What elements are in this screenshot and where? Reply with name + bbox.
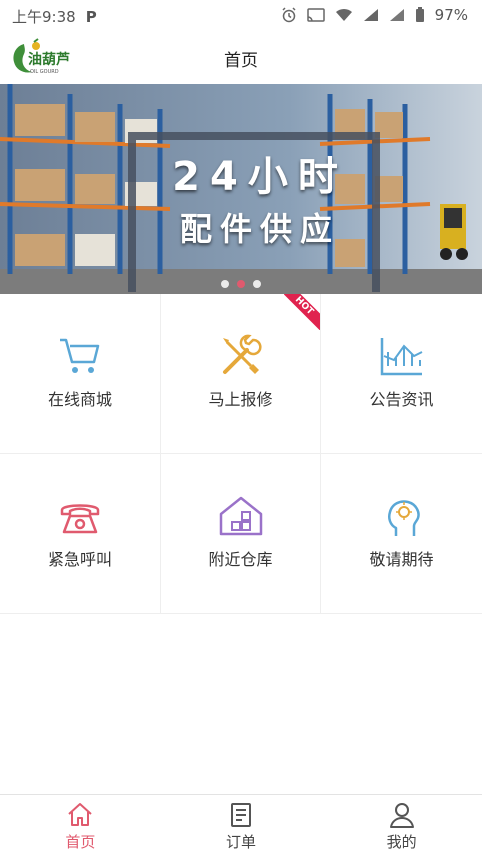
grid-item-label: 紧急呼叫 [47, 550, 112, 569]
carousel-dot[interactable] [221, 280, 229, 288]
carousel-dot[interactable] [253, 280, 261, 288]
function-grid: 在线商城 HOT 马上报修 公告资讯 紧急呼叫 附近仓库 敬请期待 [0, 294, 482, 614]
grid-item-label: 敬请期待 [369, 550, 434, 569]
tab-label: 我的 [386, 833, 417, 851]
order-icon [231, 803, 251, 827]
bottom-tab-bar: 首页 订单 我的 [0, 794, 482, 854]
page-title: 首页 [224, 51, 258, 71]
carousel-dot-active[interactable] [237, 280, 245, 288]
banner-headline: 24小时 配件供应 [150, 144, 370, 250]
banner-carousel[interactable]: 24小时 配件供应 [0, 84, 482, 294]
tab-home[interactable]: 首页 [0, 795, 161, 854]
grid-item-repair[interactable]: HOT 马上报修 [161, 294, 321, 454]
idea-head-icon [387, 500, 420, 536]
grid-item-label: 附近仓库 [208, 550, 273, 569]
home-icon [68, 803, 93, 826]
cart-icon [60, 338, 100, 373]
banner-line-1: 24小时 [172, 154, 348, 200]
tab-mine[interactable]: 我的 [321, 795, 482, 854]
grid-item-label: 马上报修 [208, 390, 273, 409]
chart-icon [380, 338, 422, 376]
parking-icon: P [85, 7, 97, 26]
phone-icon [60, 504, 100, 534]
grid-item-coming-soon[interactable]: 敬请期待 [321, 454, 482, 614]
grid-item-label: 公告资讯 [369, 390, 434, 409]
grid-item-news[interactable]: 公告资讯 [321, 294, 482, 454]
grid-item-online-mall[interactable]: 在线商城 [0, 294, 161, 454]
signal-icon [363, 9, 378, 21]
cast-icon [306, 8, 325, 22]
user-icon [389, 803, 414, 828]
grid-item-emergency-call[interactable]: 紧急呼叫 [0, 454, 161, 614]
warehouse-icon [219, 496, 262, 536]
status-time: 上午9:38 [12, 8, 76, 26]
carousel-dots [0, 280, 482, 288]
banner-line-2: 配件供应 [179, 210, 340, 248]
grid-item-label: 在线商城 [47, 390, 112, 409]
signal-2-icon [389, 9, 404, 21]
status-bar: 上午9:38 P 97% [0, 0, 482, 30]
wifi-icon [335, 8, 352, 21]
tab-label: 订单 [226, 833, 257, 851]
grid-item-nearby-warehouse[interactable]: 附近仓库 [161, 454, 321, 614]
hot-badge: HOT [284, 294, 320, 330]
battery-percent: 97% [434, 6, 468, 24]
tab-label: 首页 [65, 833, 96, 851]
tab-orders[interactable]: 订单 [161, 795, 322, 854]
battery-icon [415, 7, 424, 22]
tools-icon [222, 334, 262, 374]
app-header: 油葫芦 OIL GOURD 首页 [0, 30, 482, 84]
alarm-icon [282, 7, 296, 23]
